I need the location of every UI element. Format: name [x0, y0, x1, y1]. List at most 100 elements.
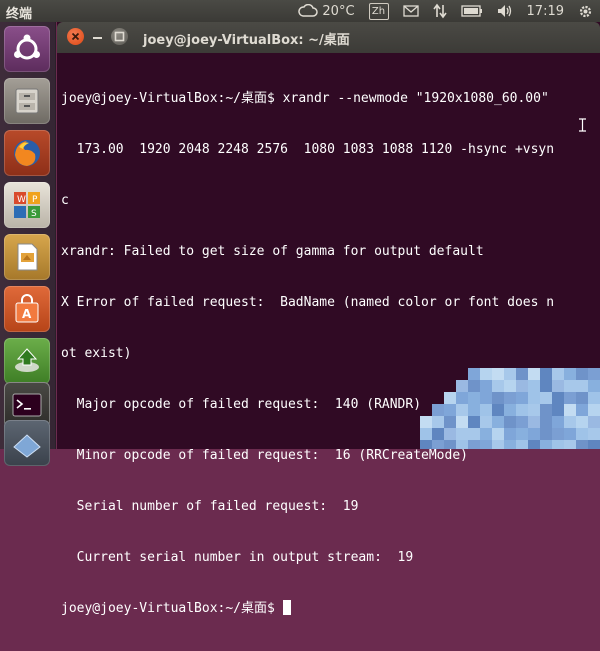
terminal-output[interactable]: joey@joey-VirtualBox:~/桌面$ xrandr --newm… [61, 56, 597, 651]
mosaic-tile [420, 440, 432, 449]
mosaic-tile [588, 416, 600, 428]
mosaic-tile [528, 368, 540, 380]
mosaic-tile [564, 404, 576, 416]
svg-text:S: S [31, 209, 37, 219]
mosaic-tile [576, 428, 588, 440]
battery-icon [460, 5, 482, 17]
session-indicator[interactable] [578, 4, 593, 19]
launcher-workspace-switcher[interactable] [4, 420, 50, 466]
mosaic-tile [552, 416, 564, 428]
messaging-indicator[interactable] [402, 5, 419, 17]
maximize-icon [114, 31, 125, 42]
mosaic-tile [540, 368, 552, 380]
mosaic-tile [468, 440, 480, 449]
weather-indicator[interactable]: 20°C [298, 4, 355, 19]
mosaic-tile [480, 416, 492, 428]
mosaic-tile [564, 380, 576, 392]
mosaic-tile [588, 404, 600, 416]
mosaic-tile [444, 440, 456, 449]
indicator-area: 20°C Zh 17:19 [291, 0, 600, 22]
close-button[interactable] [67, 28, 84, 45]
launcher-libreoffice-impress[interactable] [4, 234, 50, 280]
terminal-line: xrandr: Failed to get size of gamma for … [61, 244, 484, 259]
network-arrows-icon [432, 3, 447, 19]
mosaic-tile [420, 416, 432, 428]
mosaic-tile [588, 380, 600, 392]
launcher-software-center[interactable]: A [4, 286, 50, 332]
mosaic-tile [456, 380, 468, 392]
mosaic-tile [564, 440, 576, 449]
window-titlebar[interactable]: joey@joey-VirtualBox: ~/桌面 [57, 22, 600, 53]
mosaic-tile [576, 392, 588, 404]
presentation-icon [17, 243, 38, 271]
gear-icon [579, 5, 592, 17]
mosaic-tile [456, 416, 468, 428]
mosaic-tile [456, 404, 468, 416]
clock-indicator[interactable]: 17:19 [527, 4, 564, 19]
mosaic-tile [564, 416, 576, 428]
maximize-button[interactable] [111, 28, 128, 45]
mosaic-tile [516, 392, 528, 404]
envelope-icon [402, 5, 419, 17]
cloud-icon [298, 4, 319, 17]
mosaic-tile [516, 404, 528, 416]
mosaic-tile [456, 428, 468, 440]
mosaic-tile [492, 368, 504, 380]
terminal-line: c [61, 193, 69, 208]
terminal-line: Current serial number in output stream: … [61, 550, 414, 565]
mosaic-tile [576, 368, 588, 380]
terminal-line: Minor opcode of failed request: 16 (RRCr… [61, 448, 468, 463]
mosaic-tile [480, 380, 492, 392]
mosaic-tile [444, 416, 456, 428]
mosaic-tile [468, 428, 480, 440]
mosaic-tile [552, 380, 564, 392]
launcher-update-manager[interactable] [4, 338, 50, 384]
mosaic-tile [516, 368, 528, 380]
mosaic-tile [492, 392, 504, 404]
launcher-firefox[interactable] [4, 130, 50, 176]
mosaic-tile [552, 404, 564, 416]
launcher-files[interactable] [4, 78, 50, 124]
mosaic-tile [516, 440, 528, 449]
mosaic-tile [528, 416, 540, 428]
mosaic-tile [456, 392, 468, 404]
launcher-dash-home[interactable] [4, 26, 50, 72]
mosaic-tile [504, 416, 516, 428]
mosaic-tile [540, 428, 552, 440]
launcher-wps-office[interactable]: W P S [4, 182, 50, 228]
mosaic-tile [552, 428, 564, 440]
mosaic-tile [468, 368, 480, 380]
mosaic-tile [432, 440, 444, 449]
close-icon [71, 32, 80, 41]
mosaic-tile [528, 428, 540, 440]
terminal-line: 173.00 1920 2048 2248 2576 1080 1083 108… [61, 142, 555, 157]
mosaic-tile [540, 440, 552, 449]
file-cabinet-icon [15, 88, 39, 114]
terminal-line: ot exist) [61, 346, 132, 361]
input-method-indicator[interactable]: Zh [368, 2, 389, 20]
workspace-icon [13, 434, 41, 458]
terminal-line: joey@joey-VirtualBox:~/桌面$ xrandr --newm… [61, 91, 549, 106]
mosaic-tile [480, 440, 492, 449]
mosaic-tile [468, 380, 480, 392]
mosaic-tile [552, 440, 564, 449]
terminal-line: Serial number of failed request: 19 [61, 499, 359, 514]
mosaic-tile [492, 416, 504, 428]
watermark-mosaic [420, 368, 600, 449]
input-method-label: Zh [368, 2, 389, 20]
mosaic-tile [444, 428, 456, 440]
mosaic-tile [576, 416, 588, 428]
mosaic-tile [516, 416, 528, 428]
sound-indicator[interactable] [497, 4, 513, 18]
terminal-prompt-line[interactable]: joey@joey-VirtualBox:~/桌面$ [61, 600, 597, 617]
mosaic-tile [588, 428, 600, 440]
shopping-bag-icon: A [15, 294, 39, 323]
active-app-title: 终端 [6, 7, 33, 22]
terminal-icon [12, 393, 42, 417]
wps-icon: W P S [14, 192, 40, 219]
speaker-icon [497, 5, 511, 17]
battery-indicator[interactable] [460, 5, 483, 17]
network-indicator[interactable] [432, 3, 447, 19]
minimize-button[interactable] [89, 28, 106, 45]
mosaic-tile [492, 440, 504, 449]
